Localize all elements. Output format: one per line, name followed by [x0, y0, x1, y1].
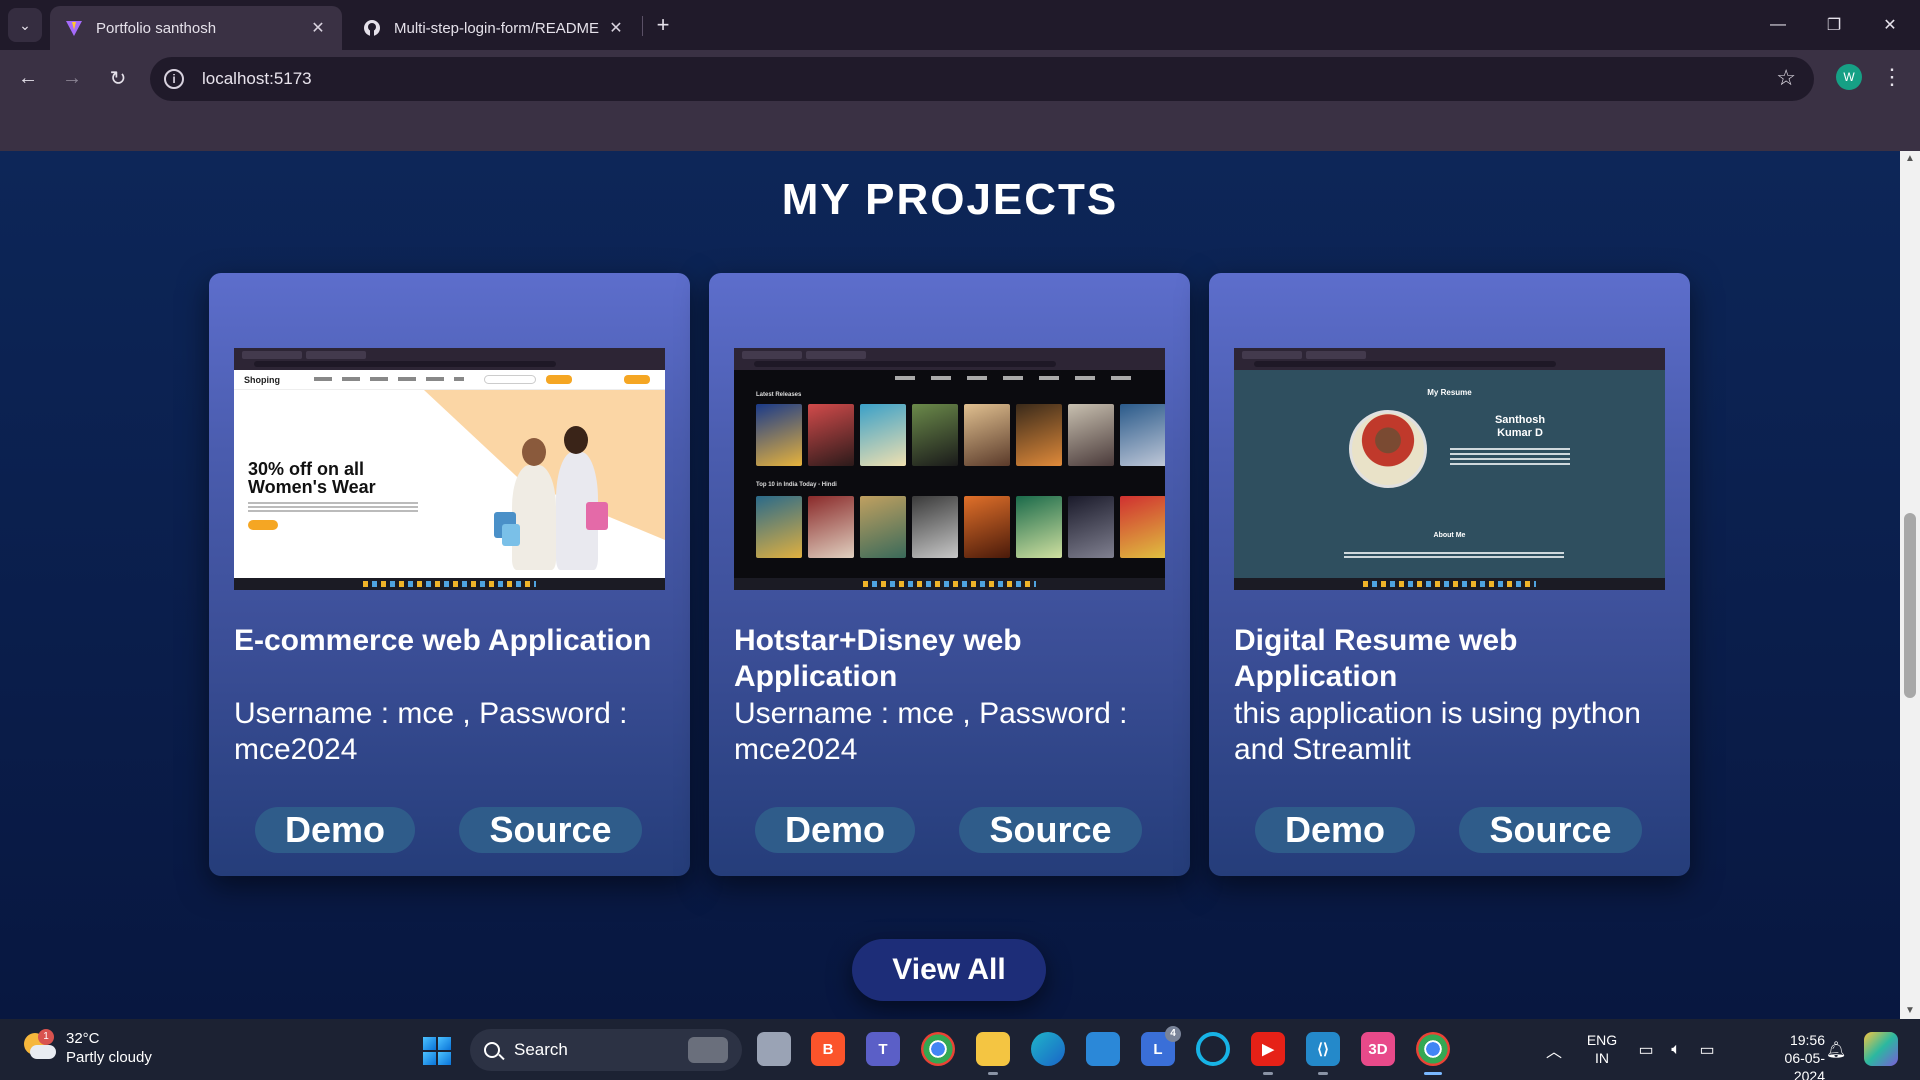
project-description: this application is using python and Str… [1234, 697, 1641, 766]
volume-icon[interactable]: 🔈︎ [1664, 1019, 1688, 1080]
chevron-down-icon: ⌄ [19, 16, 31, 33]
source-button[interactable]: Source [1459, 807, 1642, 853]
tab-search-button[interactable]: ⌄ [8, 8, 42, 42]
page-scrollbar[interactable]: ▲ ▼ [1900, 151, 1920, 1019]
edge-icon[interactable] [1031, 1032, 1065, 1066]
url-text[interactable]: localhost:5173 [202, 69, 312, 89]
github-icon [362, 18, 382, 38]
tab-github-readme[interactable]: Multi-step-login-form/README ✕ [348, 6, 640, 50]
project-title: Hotstar+Disney web Application [734, 624, 1022, 693]
source-button[interactable]: Source [459, 807, 642, 853]
chrome-icon[interactable] [921, 1032, 955, 1066]
weather-temperature: 32°C [66, 1030, 100, 1047]
tab-separator [642, 16, 643, 36]
site-navbar [0, 108, 1920, 151]
profile-avatar[interactable]: W [1836, 64, 1862, 90]
chrome-active-icon[interactable] [1416, 1032, 1450, 1075]
back-button[interactable]: ← [10, 60, 46, 96]
clock-date: 06-05-2024 [1784, 1050, 1825, 1080]
windows-taskbar: 1 32°C Partly cloudy Search B T L4 ▶ ⟨⟩ … [0, 1019, 1920, 1080]
teams-icon[interactable]: T [866, 1032, 900, 1066]
demo-button[interactable]: Demo [255, 807, 415, 853]
thumbnail-name: Santhosh Kumar D [1494, 414, 1546, 439]
reload-button[interactable]: ↻ [100, 60, 136, 96]
task-view-icon[interactable] [757, 1032, 791, 1066]
browser-menu-icon[interactable]: ⋮ [1880, 62, 1904, 92]
3d-app-icon[interactable]: 3D [1361, 1032, 1395, 1066]
browser-tab-bar: ⌄ Portfolio santhosh ✕ Multi-step-login-… [0, 0, 1920, 50]
microsoft-store-icon[interactable] [1086, 1032, 1120, 1066]
project-card-hotstar: Latest Releases Top 10 in India Today - … [709, 273, 1190, 876]
projects-section: MY PROJECTS Shoping 30% off on all Women… [0, 151, 1900, 1019]
demo-button[interactable]: Demo [1255, 807, 1415, 853]
scrollbar-thumb[interactable] [1904, 513, 1916, 698]
thumbnail-brand: Shoping [244, 375, 280, 385]
bookmark-star-icon[interactable]: ☆ [1776, 65, 1796, 91]
poster-row [756, 496, 1165, 558]
project-description: Username : mce , Password : mce2024 [734, 697, 1128, 766]
section-title: MY PROJECTS [781, 175, 1119, 224]
thumbnail-row-label: Top 10 in India Today - Hindi [756, 482, 837, 488]
project-title: Digital Resume web Application [1234, 624, 1518, 693]
vscode-icon[interactable]: ⟨⟩ [1306, 1032, 1340, 1075]
forward-button[interactable]: → [54, 60, 90, 96]
show-hidden-icons[interactable]: ︿ [1542, 1019, 1566, 1080]
thumbnail-heading: My Resume [1427, 388, 1472, 397]
source-button[interactable]: Source [959, 807, 1142, 853]
poster-row [756, 404, 1165, 466]
notification-bell-icon[interactable]: 🔔︎ [1824, 1019, 1848, 1080]
project-card-resume: My Resume Santhosh Kumar D About Me Digi… [1209, 273, 1690, 876]
search-icon [484, 1042, 500, 1058]
browser-toolbar: ← → ↻ i localhost:5173 ☆ W ⋮ [0, 50, 1920, 108]
brave-icon[interactable]: B [811, 1032, 845, 1066]
taskbar-search[interactable]: Search [470, 1029, 742, 1071]
close-icon[interactable]: ✕ [606, 18, 626, 38]
weather-condition: Partly cloudy [66, 1049, 152, 1066]
project-description: Username : mce , Password : mce2024 [234, 697, 628, 766]
thumbnail-row-label: Latest Releases [756, 392, 802, 398]
shoppers-image [494, 420, 614, 570]
youtube-icon[interactable]: ▶ [1251, 1032, 1285, 1075]
project-card-ecommerce: Shoping 30% off on all Women's Wear E-co… [209, 273, 690, 876]
vite-icon [64, 18, 84, 38]
windows-start-icon[interactable] [423, 1037, 451, 1065]
file-explorer-icon[interactable] [976, 1032, 1010, 1075]
scroll-down-icon[interactable]: ▼ [1900, 1003, 1920, 1019]
partly-cloudy-icon: 1 [22, 1029, 56, 1063]
new-tab-button[interactable]: + [650, 12, 676, 38]
copilot-icon[interactable] [1864, 1032, 1898, 1066]
tab-title: Multi-step-login-form/README [394, 19, 600, 37]
language-indicator[interactable]: ENG IN [1584, 1031, 1620, 1067]
demo-button[interactable]: Demo [755, 807, 915, 853]
window-close-button[interactable]: ✕ [1862, 0, 1918, 50]
thumbnail-about: About Me [1433, 532, 1466, 539]
battery-icon[interactable]: ▭ [1694, 1019, 1720, 1080]
close-icon[interactable]: ✕ [308, 18, 328, 38]
weather-widget[interactable]: 1 32°C Partly cloudy [22, 1029, 152, 1067]
tab-portfolio[interactable]: Portfolio santhosh ✕ [50, 6, 342, 50]
search-placeholder: Search [514, 1040, 568, 1059]
thumbnail-headline: 30% off on all Women's Wear [248, 459, 376, 497]
clock-time: 19:56 [1789, 1032, 1825, 1048]
project-title: E-commerce web Application [234, 624, 652, 657]
project-thumbnail: Shoping 30% off on all Women's Wear [234, 348, 665, 590]
search-highlight-image [688, 1037, 728, 1063]
profile-photo [1349, 410, 1427, 488]
tab-title: Portfolio santhosh [96, 19, 217, 37]
project-thumbnail: Latest Releases Top 10 in India Today - … [734, 348, 1165, 590]
restore-button[interactable]: ❐ [1806, 0, 1862, 50]
classroom-l-icon[interactable]: L4 [1141, 1026, 1181, 1066]
scroll-up-icon[interactable]: ▲ [1900, 151, 1920, 167]
app-badge: 4 [1165, 1026, 1181, 1042]
system-clock[interactable]: 19:56 06-05-2024 [1755, 1031, 1825, 1080]
site-info-icon[interactable]: i [164, 69, 184, 89]
address-bar[interactable]: i localhost:5173 ☆ [150, 57, 1814, 101]
notification-badge: 1 [38, 1029, 54, 1045]
minimize-button[interactable]: — [1750, 0, 1806, 50]
cortana-icon[interactable] [1196, 1032, 1230, 1066]
project-thumbnail: My Resume Santhosh Kumar D About Me [1234, 348, 1665, 590]
network-icon[interactable]: ▭ [1634, 1019, 1658, 1080]
view-all-button[interactable]: View All [852, 939, 1046, 1001]
